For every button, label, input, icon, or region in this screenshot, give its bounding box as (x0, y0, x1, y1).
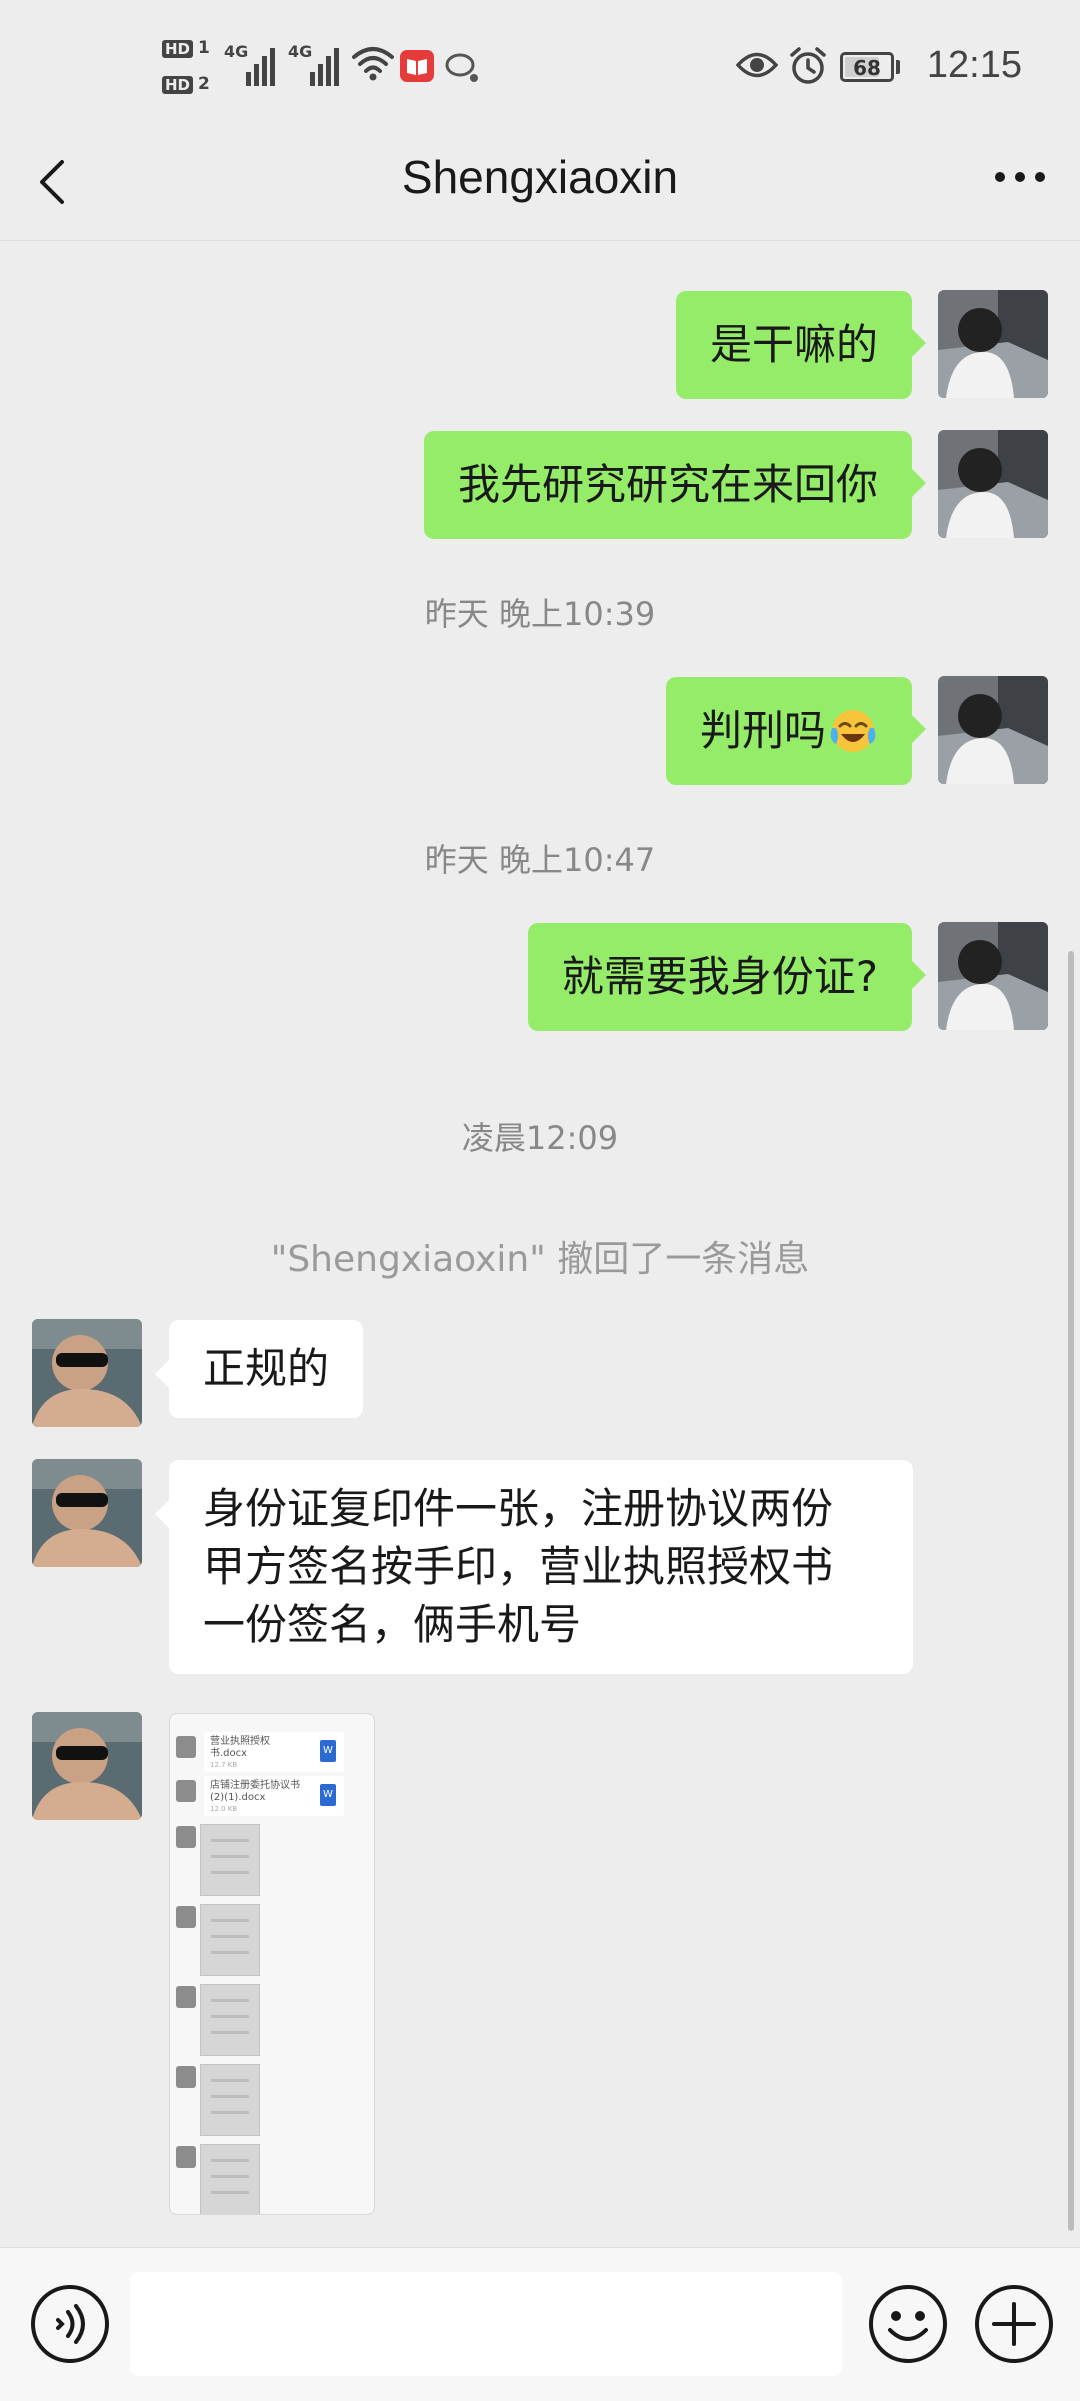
battery-tip (896, 60, 900, 74)
avatar-self[interactable] (938, 922, 1048, 1030)
image-message[interactable]: 营业执照授权书.docx 12.7 KB W 店铺注册委托协议书(2)(1).d… (169, 1713, 375, 2215)
clock: 12:15 (926, 44, 1022, 86)
message-input[interactable] (130, 2272, 842, 2376)
message-bubble-incoming[interactable]: 身份证复印件一张，注册协议两份 甲方签名按手印，营业执照授权书 一份签名，俩手机… (155, 1460, 913, 1674)
document-photo-thumbnail (200, 1984, 260, 2056)
avatar-contact[interactable] (32, 1459, 142, 1567)
avatar-self[interactable] (938, 290, 1048, 398)
image-header (170, 1714, 374, 1728)
document-photo-thumbnail (200, 1824, 260, 1896)
message-bubble-outgoing[interactable]: 判刑吗 (665, 677, 927, 785)
word-file-icon: W (320, 1784, 336, 1806)
recall-notice: "Shengxiaoxin" 撤回了一条消息 (270, 1239, 810, 1280)
document-photo-thumbnail (200, 2064, 260, 2136)
message-text: 就需要我身份证? (561, 952, 878, 1001)
hd-badge-1: HD (162, 40, 194, 58)
hd-badge-2: HD (162, 76, 194, 94)
chat-header: Shengxiaoxin (0, 140, 1080, 241)
file-card: 营业执照授权书.docx 12.7 KB W (204, 1732, 344, 1772)
message-bubble-outgoing[interactable]: 就需要我身份证? (527, 923, 927, 1031)
status-bar: HD 1 HD 2 4G 4G 68 12:15 (0, 0, 1080, 140)
image-mini-avatar (176, 1736, 196, 1758)
file-title: 营业执照授权书.docx (210, 1736, 270, 1759)
wifi-icon (352, 47, 394, 81)
document-photo-thumbnail (200, 1904, 260, 1976)
file-card: 店铺注册委托协议书(2)(1).docx 12.0 KB W (204, 1776, 344, 1816)
message-text-line: 身份证复印件一张，注册协议两份 (203, 1484, 834, 1533)
plus-icon[interactable] (972, 2282, 1056, 2366)
file-size: 12.0 KB (210, 1805, 238, 1813)
signal-icon-2: 4G (288, 42, 344, 86)
book-app-icon (400, 50, 434, 82)
input-bar (0, 2247, 1080, 2401)
message-bubble-incoming[interactable]: 正规的 (154, 1320, 364, 1418)
avatar-self[interactable] (938, 430, 1048, 538)
message-text-line: 甲方签名按手印，营业执照授权书 (203, 1542, 834, 1591)
image-mini-avatar (176, 1986, 196, 2008)
signal-icon-1: 4G (224, 42, 280, 86)
alarm-icon (790, 47, 826, 84)
message-text: 正规的 (203, 1344, 330, 1393)
document-photo-thumbnail (200, 2144, 260, 2214)
message-bubble-outgoing[interactable]: 我先研究研究在来回你 (423, 431, 927, 539)
chat-notify-icon (445, 53, 478, 82)
crying-laughing-emoji (830, 710, 876, 752)
file-title: 店铺注册委托协议书(2)(1).docx (210, 1780, 300, 1803)
message-text-line: 一份签名，俩手机号 (203, 1600, 582, 1649)
message-text: 我先研究研究在来回你 (457, 460, 878, 509)
message-list[interactable]: 是干嘛的 我先研究研究在来回你 昨天 晚上10:39 判刑吗 昨天 晚上10:4… (0, 241, 1080, 2246)
image-mini-avatar (176, 1906, 196, 1928)
sim1-label: 1 (198, 38, 210, 58)
timestamp: 凌晨12:09 (461, 1119, 619, 1157)
image-mini-avatar (176, 1826, 196, 1848)
sim2-label: 2 (198, 74, 210, 94)
image-mini-avatar (176, 2146, 196, 2168)
avatar-contact[interactable] (32, 1712, 142, 1820)
message-bubble-outgoing[interactable]: 是干嘛的 (675, 291, 927, 399)
chat-title: Shengxiaoxin (401, 151, 679, 203)
word-file-icon: W (320, 1740, 336, 1762)
message-text: 判刑吗 (699, 706, 826, 755)
avatar-contact[interactable] (32, 1319, 142, 1427)
avatar-self[interactable] (938, 676, 1048, 784)
image-mini-avatar (176, 1780, 196, 1802)
emoji-icon[interactable] (866, 2282, 950, 2366)
timestamp: 昨天 晚上10:47 (424, 841, 656, 879)
voice-icon[interactable] (28, 2282, 112, 2366)
file-size: 12.7 KB (210, 1761, 238, 1769)
battery-icon: 68 (840, 52, 894, 82)
timestamp: 昨天 晚上10:39 (424, 595, 656, 633)
image-mini-avatar (176, 2066, 196, 2088)
message-text: 是干嘛的 (709, 320, 878, 369)
more-dots-icon[interactable] (990, 160, 1050, 200)
eye-icon (736, 52, 778, 78)
